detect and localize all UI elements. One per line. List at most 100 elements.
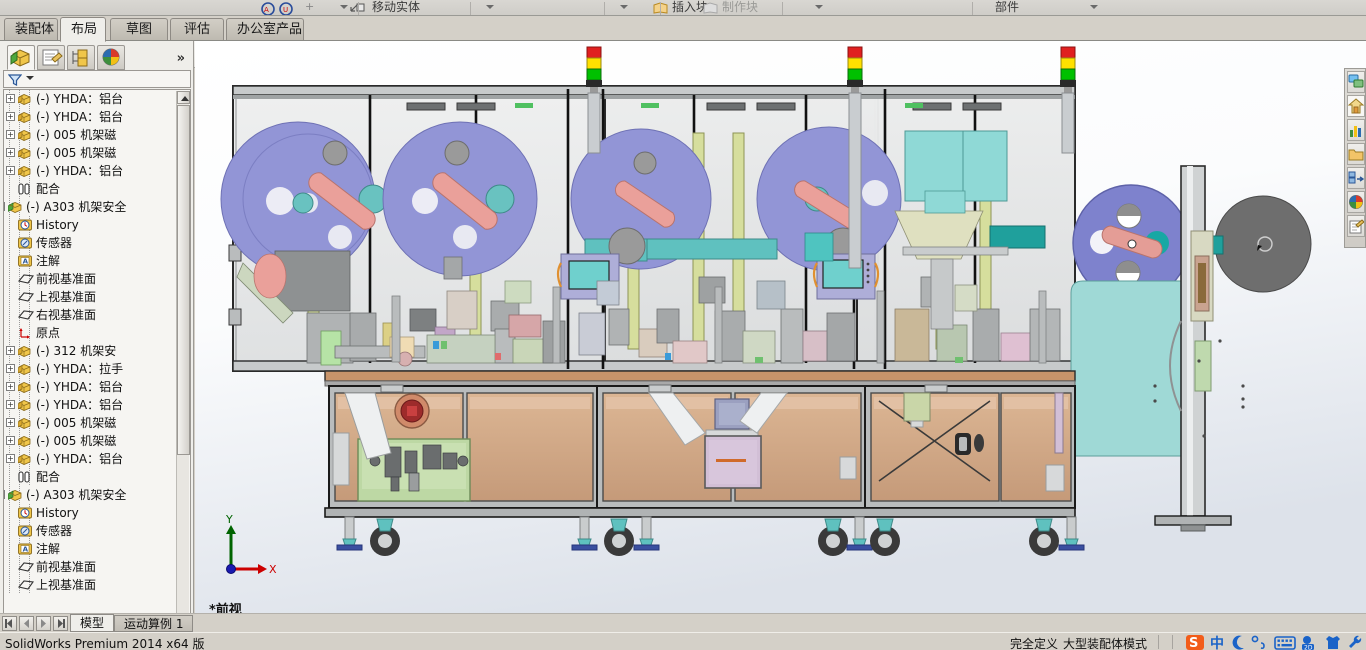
feature-tree-item[interactable]: −(-) A303 机架安全 <box>4 198 178 216</box>
make-block-icon <box>702 1 720 15</box>
tab-evaluate[interactable]: 评估 <box>170 18 224 41</box>
configuration-manager-tab[interactable] <box>67 45 95 70</box>
soft-keyboard-icon[interactable] <box>1274 634 1296 650</box>
view-palette-icon[interactable] <box>1347 167 1365 189</box>
feature-tree-item[interactable]: 上视基准面 <box>4 288 178 306</box>
feature-tree-item[interactable]: +(-) YHDA：铝台 <box>4 162 178 180</box>
nav-last-button[interactable] <box>53 616 68 631</box>
component-icon <box>18 452 32 466</box>
display-manager-tab[interactable] <box>97 45 125 70</box>
tab-sketch[interactable]: 草图 <box>110 18 168 41</box>
punctuation-icon[interactable] <box>1250 634 1270 650</box>
feature-tree-scrollbar[interactable] <box>176 91 189 632</box>
nav-next-button[interactable] <box>36 616 51 631</box>
feature-tree-item[interactable]: 配合 <box>4 180 178 198</box>
feature-tree-item[interactable]: A注解 <box>4 252 178 270</box>
tree-expand-toggle[interactable]: + <box>6 400 15 409</box>
chevron-down-icon[interactable] <box>815 5 823 9</box>
tab-assembly[interactable]: 装配体 <box>4 18 58 41</box>
feature-tree-item[interactable]: History <box>4 216 178 234</box>
tree-connector <box>9 234 10 252</box>
design-library-icon[interactable] <box>1347 95 1365 117</box>
tree-expand-toggle[interactable]: + <box>6 148 15 157</box>
custom-properties-icon[interactable] <box>1347 215 1365 237</box>
chevron-down-icon[interactable] <box>620 5 628 9</box>
feature-tree-item[interactable]: History <box>4 504 178 522</box>
feature-tree-item[interactable]: A注解 <box>4 540 178 558</box>
moon-icon[interactable] <box>1230 634 1248 650</box>
status-separator <box>1158 635 1159 649</box>
feature-tree-item[interactable]: +(-) 312 机架安 <box>4 342 178 360</box>
feature-tree-item[interactable]: 前视基准面 <box>4 558 178 576</box>
tree-collapse-toggle[interactable]: − <box>4 202 5 211</box>
ribbon-item-make-block[interactable]: 制作块 <box>722 0 758 16</box>
feature-tree-item[interactable]: +(-) YHDA：铝台 <box>4 90 178 108</box>
tree-expand-toggle[interactable]: + <box>6 346 15 355</box>
feature-tree-item[interactable]: +(-) 005 机架磁 <box>4 414 178 432</box>
ribbon-item-move-entity[interactable]: 移动实体 <box>372 0 420 16</box>
scroll-up-button[interactable] <box>177 91 190 104</box>
tree-expand-toggle[interactable]: + <box>6 364 15 373</box>
tree-expand-toggle[interactable]: + <box>6 418 15 427</box>
nav-first-button[interactable] <box>2 616 17 631</box>
feature-tree-item[interactable]: −(-) A303 机架安全 <box>4 486 178 504</box>
search-folder-icon[interactable] <box>1347 143 1365 165</box>
feature-tree-item[interactable]: +(-) 005 机架磁 <box>4 144 178 162</box>
chinese-input-icon[interactable]: 中 <box>1208 634 1226 650</box>
graphics-area[interactable]: Y X *前视 <box>195 41 1366 621</box>
tree-expand-toggle[interactable]: + <box>6 130 15 139</box>
stack-light-3 <box>1060 47 1076 93</box>
tree-expand-toggle[interactable]: + <box>6 436 15 445</box>
feature-tree-item[interactable]: +(-) YHDA：铝台 <box>4 108 178 126</box>
chevron-down-icon[interactable] <box>340 5 348 9</box>
feature-tree-item[interactable]: 传感器 <box>4 234 178 252</box>
file-explorer-icon[interactable] <box>1347 119 1365 141</box>
feature-tree-item[interactable]: 传感器 <box>4 522 178 540</box>
feature-tree-item[interactable]: 前视基准面 <box>4 270 178 288</box>
filter-dropdown-icon[interactable] <box>26 76 34 80</box>
toolbox-icon[interactable]: 2D <box>1300 634 1320 650</box>
feature-tree-filter-bar[interactable] <box>3 70 191 88</box>
tree-expand-toggle[interactable]: + <box>6 166 15 175</box>
tab-layout[interactable]: 布局 <box>60 17 106 42</box>
settings-wrench-icon[interactable] <box>1346 634 1364 650</box>
feature-tree-item[interactable]: 右视基准面 <box>4 306 178 324</box>
feature-tree-item[interactable]: 配合 <box>4 468 178 486</box>
appearances-scenes-icon[interactable] <box>1347 191 1365 213</box>
tree-collapse-toggle[interactable]: − <box>4 490 5 499</box>
tree-expand-toggle[interactable]: + <box>6 112 15 121</box>
doc-tab-model[interactable]: 模型 <box>70 614 114 632</box>
machine-lower-cabinets <box>325 371 1075 517</box>
doc-tab-motion-study[interactable]: 运动算例 1 <box>114 615 193 632</box>
tree-expand-toggle[interactable]: + <box>6 94 15 103</box>
ribbon-item-component[interactable]: 部件 <box>995 0 1019 16</box>
reel-6-gray <box>1215 196 1311 292</box>
feature-tree-item[interactable]: +(-) YHDA：铝台 <box>4 396 178 414</box>
feature-tree[interactable]: +(-) YHDA：铝台+(-) YHDA：铝台+(-) 005 机架磁+(-)… <box>3 89 191 634</box>
nav-prev-button[interactable] <box>19 616 34 631</box>
assembly-model-view[interactable]: Y X <box>195 41 1366 621</box>
feature-tree-item[interactable]: +(-) 005 机架磁 <box>4 432 178 450</box>
feature-tree-item[interactable]: +(-) YHDA：铝台 <box>4 378 178 396</box>
solidworks-resources-icon[interactable] <box>1347 71 1365 93</box>
feature-tree-item[interactable]: +(-) 005 机架磁 <box>4 126 178 144</box>
feature-tree-tab[interactable] <box>7 45 35 70</box>
tree-expand-toggle[interactable]: + <box>6 382 15 391</box>
property-manager-tab[interactable] <box>37 45 65 70</box>
feature-tree-item[interactable]: 上视基准面 <box>4 576 178 594</box>
ribbon-separator <box>604 2 605 16</box>
more-tabs-chevron-icon[interactable]: » <box>177 51 185 66</box>
sogou-logo-icon[interactable]: S <box>1184 634 1206 650</box>
feature-tree-scroll-thumb[interactable] <box>177 105 190 455</box>
chevron-down-icon[interactable] <box>486 5 494 9</box>
feature-tree-item[interactable]: +(-) YHDA：铝台 <box>4 450 178 468</box>
tab-office-products[interactable]: 办公室产品 <box>226 18 304 41</box>
plane-icon <box>18 578 32 592</box>
skin-icon[interactable] <box>1324 634 1342 650</box>
feature-tree-item[interactable]: 原点 <box>4 324 178 342</box>
feature-tree-item[interactable]: +(-) YHDA：拉手 <box>4 360 178 378</box>
chevron-down-icon[interactable] <box>1090 5 1098 9</box>
stack-light-2 <box>847 47 863 93</box>
feature-tree-viewport[interactable]: +(-) YHDA：铝台+(-) YHDA：铝台+(-) 005 机架磁+(-)… <box>4 90 178 633</box>
tree-expand-toggle[interactable]: + <box>6 454 15 463</box>
